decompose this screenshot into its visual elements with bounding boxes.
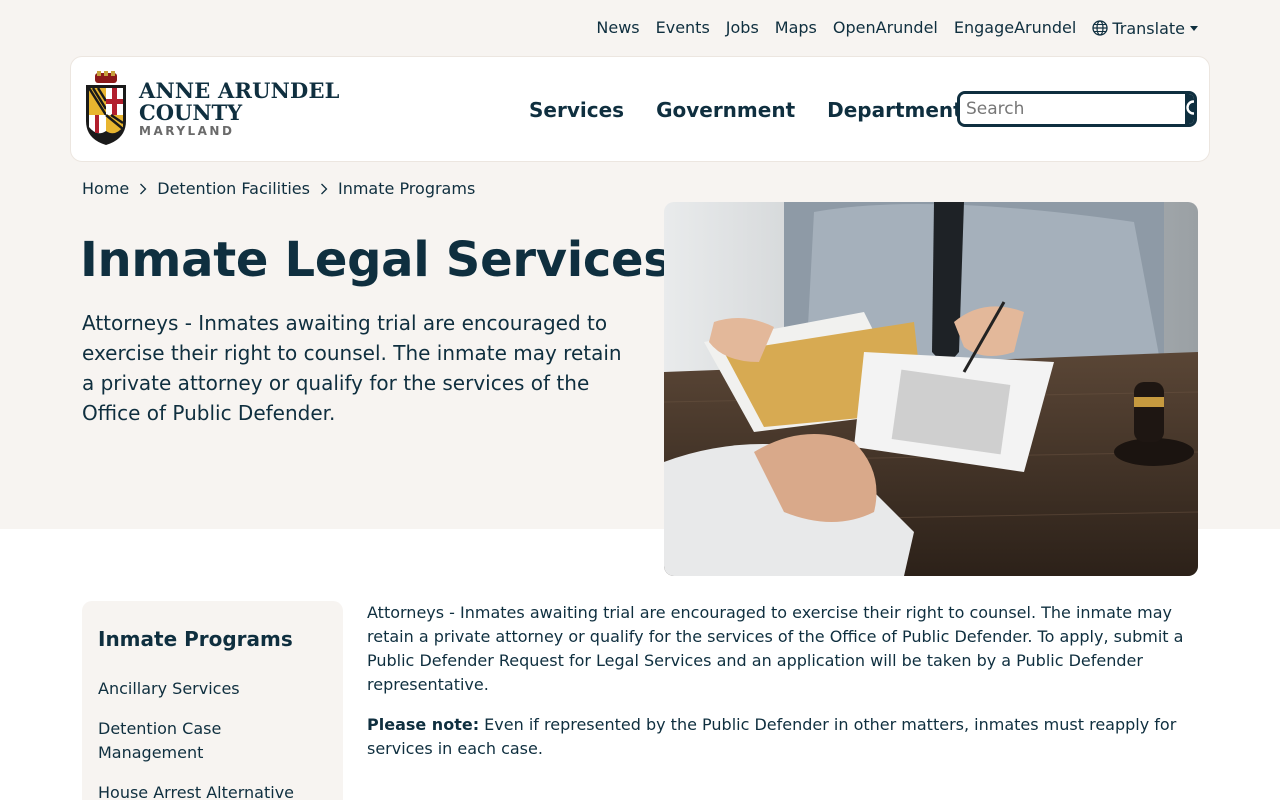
search-box: [957, 91, 1197, 127]
county-seal-icon: [86, 71, 126, 145]
logo-line3: MARYLAND: [139, 124, 235, 138]
breadcrumb-inmate-programs[interactable]: Inmate Programs: [338, 179, 475, 198]
logo-line1: ANNE ARUNDEL: [139, 78, 340, 103]
breadcrumb-detention-facilities[interactable]: Detention Facilities: [157, 179, 310, 198]
utility-link-events[interactable]: Events: [656, 16, 710, 40]
translate-dropdown[interactable]: Translate: [1092, 19, 1198, 38]
side-nav-item-house-arrest[interactable]: House Arrest Alternative Sentencing Prog…: [98, 781, 327, 800]
county-logo-link[interactable]: ANNE ARUNDEL COUNTY MARYLAND: [83, 71, 340, 147]
breadcrumb: Home Detention Facilities Inmate Program…: [82, 179, 475, 198]
utility-link-openarundel[interactable]: OpenArundel: [833, 16, 938, 40]
side-nav: Inmate Programs Ancillary Services Deten…: [82, 601, 343, 800]
utility-link-jobs[interactable]: Jobs: [726, 16, 759, 40]
nav-government[interactable]: Government: [656, 97, 795, 123]
main-nav: Services Government Departments: [529, 97, 1007, 123]
note-label: Please note:: [367, 715, 480, 734]
utility-nav: News Events Jobs Maps OpenArundel Engage…: [580, 16, 1198, 40]
utility-link-maps[interactable]: Maps: [775, 16, 817, 40]
chevron-right-icon: [320, 183, 328, 195]
translate-label: Translate: [1112, 18, 1185, 38]
note-text: Even if represented by the Public Defend…: [367, 715, 1177, 758]
logo-line2: COUNTY: [139, 100, 243, 125]
main-content: Attorneys - Inmates awaiting trial are e…: [367, 601, 1207, 777]
search-icon: [1186, 100, 1194, 115]
chevron-right-icon: [139, 183, 147, 195]
hero-image: [664, 202, 1198, 576]
utility-link-news[interactable]: News: [596, 16, 639, 40]
chevron-down-icon: [1190, 25, 1198, 31]
lead-paragraph: Attorneys - Inmates awaiting trial are e…: [82, 311, 622, 425]
content-paragraph-1: Attorneys - Inmates awaiting trial are e…: [367, 603, 1184, 694]
nav-services[interactable]: Services: [529, 97, 624, 123]
content-note: Please note: Even if represented by the …: [367, 713, 1207, 761]
side-nav-item-detention-case-management[interactable]: Detention Case Management: [98, 717, 327, 765]
page-title: Inmate Legal Services: [80, 232, 672, 288]
search-input[interactable]: [960, 94, 1185, 124]
search-button[interactable]: [1185, 94, 1194, 124]
side-nav-item-ancillary-services[interactable]: Ancillary Services: [98, 677, 327, 701]
globe-icon: [1092, 20, 1108, 36]
breadcrumb-home[interactable]: Home: [82, 179, 129, 198]
utility-link-engagearundel[interactable]: EngageArundel: [954, 16, 1076, 40]
nav-departments[interactable]: Departments: [827, 97, 975, 123]
site-header: ANNE ARUNDEL COUNTY MARYLAND Services Go…: [70, 56, 1210, 162]
side-nav-title: Inmate Programs: [98, 627, 293, 651]
